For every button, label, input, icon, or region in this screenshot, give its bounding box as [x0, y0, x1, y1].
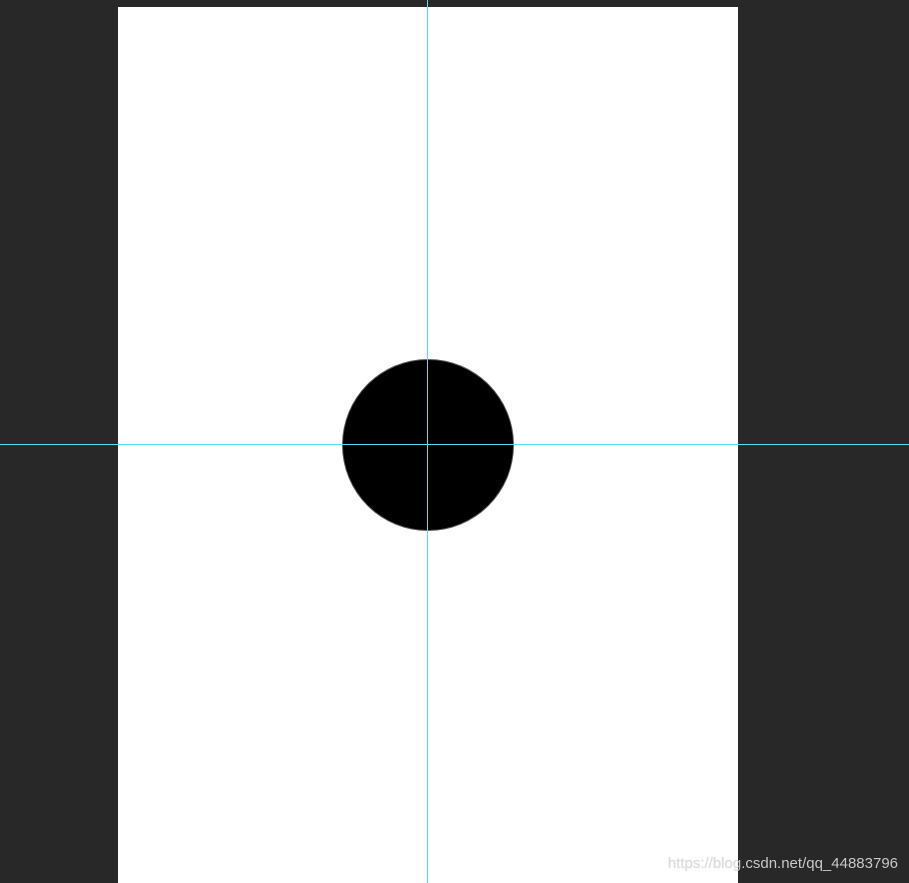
black-circle-shape[interactable]	[343, 360, 513, 530]
horizontal-guide-line[interactable]	[0, 444, 909, 445]
editor-workspace[interactable]: https://blog.csdn.net/qq_44883796	[0, 0, 909, 883]
vertical-guide-line[interactable]	[427, 0, 428, 883]
watermark-text: https://blog.csdn.net/qq_44883796	[667, 855, 898, 872]
